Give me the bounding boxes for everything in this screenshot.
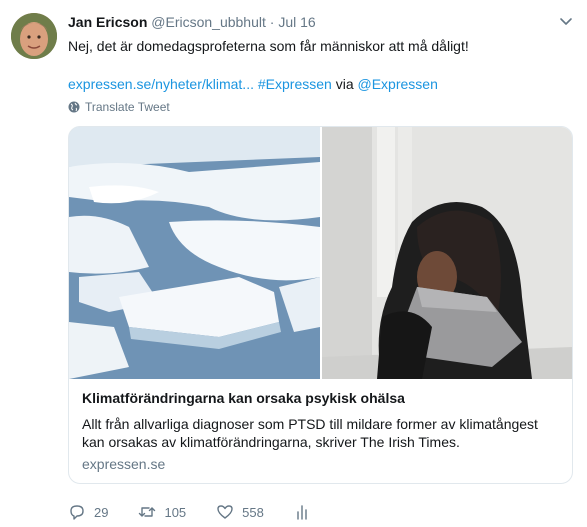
- retweet-count: 105: [164, 504, 187, 520]
- tweet-header: Jan Ericson @Ericson_ubbhult · Jul 16: [68, 14, 316, 30]
- like-count: 558: [242, 504, 264, 520]
- via-label: via: [335, 76, 354, 92]
- reply-icon: [70, 505, 84, 520]
- link-card[interactable]: Klimatförändringarna kan orsaka psykisk …: [68, 126, 573, 484]
- via-handle-link[interactable]: @Expressen: [358, 76, 438, 92]
- globe-icon: [68, 101, 80, 113]
- reply-button[interactable]: 29: [68, 503, 108, 521]
- hashtag-link[interactable]: #Expressen: [258, 76, 332, 92]
- reply-count: 29: [94, 504, 109, 520]
- retweet-button[interactable]: 105: [138, 503, 186, 521]
- tweet-text: Nej, det är domedagsprofeterna som får m…: [68, 38, 469, 54]
- distressed-person-image: [322, 127, 572, 379]
- card-domain: expressen.se: [82, 456, 166, 472]
- article-link[interactable]: expressen.se/nyheter/klimat...: [68, 76, 254, 92]
- author-handle[interactable]: @Ericson_ubbhult: [151, 14, 266, 30]
- tweet[interactable]: Jan Ericson @Ericson_ubbhult · Jul 16 Ne…: [0, 0, 587, 527]
- sea-ice-image: [69, 127, 320, 379]
- translate-tweet-button[interactable]: Translate Tweet: [68, 100, 170, 114]
- card-title: Klimatförändringarna kan orsaka psykisk …: [82, 390, 405, 406]
- analytics-icon: [297, 505, 307, 520]
- card-description: Allt från allvarliga diagnoser som PTSD …: [82, 416, 538, 450]
- separator: ·: [269, 14, 275, 30]
- analytics-button[interactable]: [294, 503, 312, 521]
- tweet-actions: 29 105 558: [68, 503, 342, 521]
- card-image: [69, 127, 572, 379]
- translate-label: Translate Tweet: [85, 100, 170, 114]
- chevron-down-icon[interactable]: [559, 14, 573, 28]
- avatar[interactable]: [11, 13, 57, 59]
- tweet-links: expressen.se/nyheter/klimat... #Expresse…: [68, 74, 438, 94]
- heart-icon: [217, 505, 233, 519]
- author-name[interactable]: Jan Ericson: [68, 14, 147, 30]
- timestamp[interactable]: Jul 16: [278, 14, 315, 30]
- like-button[interactable]: 558: [216, 503, 264, 521]
- retweet-icon: [139, 507, 156, 517]
